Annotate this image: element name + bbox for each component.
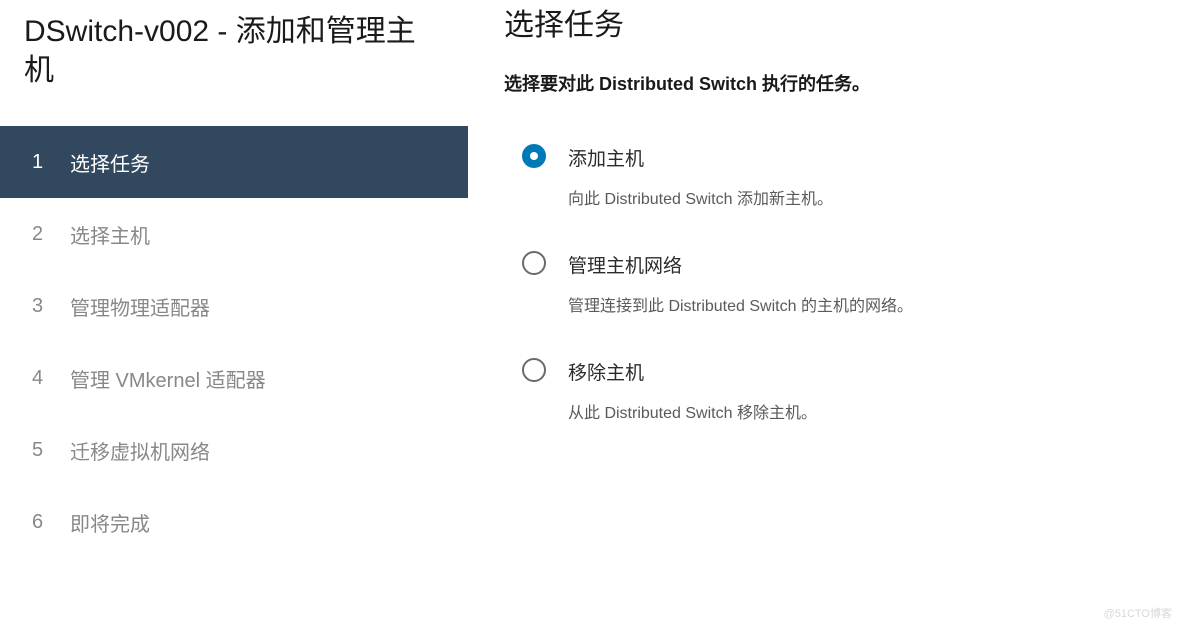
option-desc: 管理连接到此 Distributed Switch 的主机的网络。 [568, 292, 913, 316]
option-add-hosts[interactable]: 添加主机 向此 Distributed Switch 添加新主机。 [504, 144, 1148, 209]
step-label: 管理物理适配器 [70, 292, 210, 321]
step-number: 1 [32, 151, 70, 174]
radio-icon[interactable] [522, 358, 546, 382]
radio-icon[interactable] [522, 144, 546, 168]
wizard-title: DSwitch-v002 - 添加和管理主机 [0, 0, 468, 110]
step-number: 2 [32, 223, 70, 246]
wizard-steps: 1 选择任务 2 选择主机 3 管理物理适配器 4 管理 VMkernel 适配… [0, 126, 468, 558]
step-label: 选择任务 [70, 148, 150, 177]
step-number: 3 [32, 295, 70, 318]
option-manage-host-networking[interactable]: 管理主机网络 管理连接到此 Distributed Switch 的主机的网络。 [504, 251, 1148, 316]
step-label: 选择主机 [70, 220, 150, 249]
page-subtitle: 选择要对此 Distributed Switch 执行的任务。 [504, 70, 1148, 96]
step-migrate-vm-networking: 5 迁移虚拟机网络 [0, 414, 468, 486]
option-body: 移除主机 从此 Distributed Switch 移除主机。 [568, 358, 817, 423]
step-manage-physical-adapters: 3 管理物理适配器 [0, 270, 468, 342]
step-select-task[interactable]: 1 选择任务 [0, 126, 468, 198]
wizard-content: 选择任务 选择要对此 Distributed Switch 执行的任务。 添加主… [468, 0, 1184, 629]
wizard-sidebar: DSwitch-v002 - 添加和管理主机 1 选择任务 2 选择主机 3 管… [0, 0, 468, 629]
option-desc: 从此 Distributed Switch 移除主机。 [568, 399, 817, 423]
step-ready-to-complete: 6 即将完成 [0, 486, 468, 558]
option-label[interactable]: 添加主机 [568, 144, 833, 171]
step-select-hosts: 2 选择主机 [0, 198, 468, 270]
step-number: 5 [32, 439, 70, 462]
step-label: 即将完成 [70, 508, 150, 537]
option-body: 添加主机 向此 Distributed Switch 添加新主机。 [568, 144, 833, 209]
option-desc: 向此 Distributed Switch 添加新主机。 [568, 185, 833, 209]
option-body: 管理主机网络 管理连接到此 Distributed Switch 的主机的网络。 [568, 251, 913, 316]
step-label: 管理 VMkernel 适配器 [70, 364, 266, 393]
page-title: 选择任务 [504, 0, 1148, 44]
option-remove-hosts[interactable]: 移除主机 从此 Distributed Switch 移除主机。 [504, 358, 1148, 423]
option-label[interactable]: 移除主机 [568, 358, 817, 385]
watermark: @51CTO博客 [1104, 605, 1172, 621]
radio-icon[interactable] [522, 251, 546, 275]
step-number: 4 [32, 367, 70, 390]
step-label: 迁移虚拟机网络 [70, 436, 210, 465]
option-label[interactable]: 管理主机网络 [568, 251, 913, 278]
step-number: 6 [32, 511, 70, 534]
step-manage-vmkernel-adapters: 4 管理 VMkernel 适配器 [0, 342, 468, 414]
